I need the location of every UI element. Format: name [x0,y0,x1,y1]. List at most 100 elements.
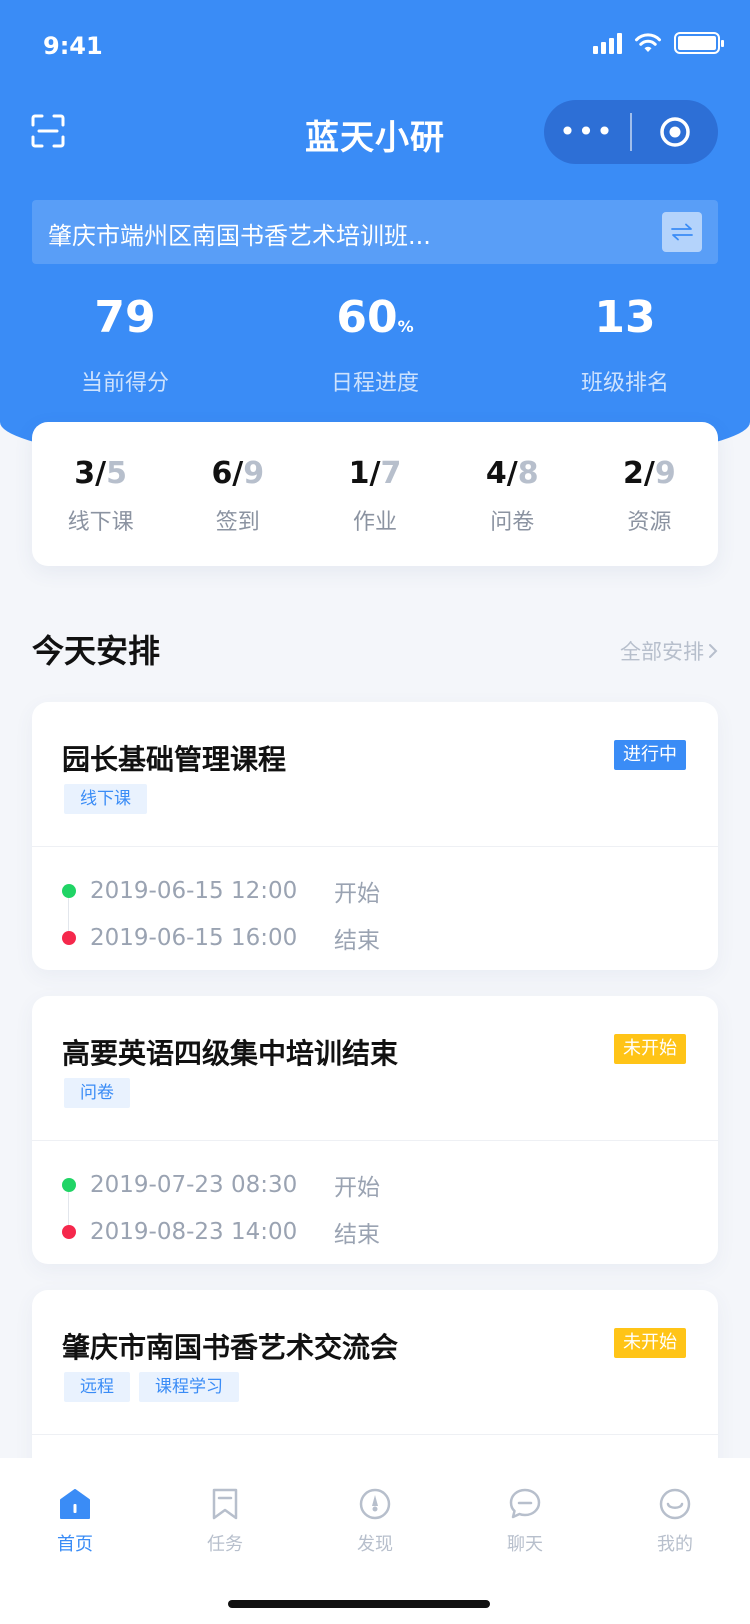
tag: 课程学习 [139,1372,239,1402]
bookmark-icon [212,1488,238,1520]
start-time: 2019-06-15 12:00 [90,878,298,904]
end-dot-icon [62,1225,76,1239]
tag: 远程 [64,1372,130,1402]
progress-total: 9 [243,456,265,491]
start-dot-icon [62,884,76,898]
progress-total: 9 [654,456,676,491]
progress-label: 签到 [215,510,260,535]
compass-icon [359,1488,391,1520]
status-icons [593,32,724,54]
end-dot-icon [62,931,76,945]
battery-icon [674,32,724,54]
schedule-title: 高要英语四级集中培训结束 [62,1037,399,1070]
end-time: 2019-06-15 16:00 [90,925,298,951]
schedule-card[interactable]: 园长基础管理课程 进行中 线下课 2019-06-15 12:00 开始 201… [32,702,718,970]
schedule-title: 园长基础管理课程 [62,743,287,776]
tag-list: 线下课 [64,784,147,814]
target-icon [660,117,690,147]
divider [32,1434,718,1435]
progress-done: 4/ [485,456,518,491]
end-time: 2019-08-23 14:00 [90,1219,298,1245]
tab-label: 首页 [57,1534,93,1555]
progress-label: 资源 [627,510,672,535]
stat-score: 79 当前得分 [0,290,250,397]
start-dot-icon [62,1178,76,1192]
tab-label: 任务 [207,1534,243,1555]
progress-done: 1/ [348,456,381,491]
schedule-card[interactable]: 高要英语四级集中培训结束 未开始 问卷 2019-07-23 08:30 开始 … [32,996,718,1264]
stat-label: 日程进度 [330,371,419,396]
organization-name: 肇庆市端州区南国书香艺术培训班... [48,222,431,250]
start-label: 开始 [334,881,380,907]
tag: 线下课 [64,784,147,814]
progress-total: 5 [106,456,127,491]
stats-row: 79 当前得分 60% 日程进度 13 班级排名 [0,290,750,397]
chat-icon [509,1488,541,1519]
progress-done: 6/ [211,456,244,491]
close-button[interactable] [632,115,718,149]
tab-label: 发现 [357,1534,393,1555]
progress-homework[interactable]: 1/7 作业 [306,422,443,566]
home-icon [60,1489,90,1519]
cellular-signal-icon [593,32,622,54]
section-title: 今天安排 [32,632,161,670]
task-progress-card: 3/5 线下课 6/9 签到 1/7 作业 4/8 问卷 2/9 资源 [32,422,718,566]
status-time: 9:41 [43,32,103,60]
status-badge: 未开始 [614,1328,686,1358]
stat-value: 13 [594,292,656,343]
stat-label: 当前得分 [80,371,169,396]
progress-label: 线下课 [67,510,134,535]
progress-checkin[interactable]: 6/9 签到 [169,422,306,566]
end-label: 结束 [334,928,380,954]
progress-resources[interactable]: 2/9 资源 [581,422,718,566]
divider [32,846,718,847]
smile-icon [659,1488,691,1520]
status-badge: 未开始 [614,1034,686,1064]
progress-offline-class[interactable]: 3/5 线下课 [32,422,169,566]
start-time-row: 2019-06-15 12:00 开始 [62,874,380,908]
tag: 问卷 [64,1078,130,1108]
stat-progress: 60% 日程进度 [250,290,500,397]
progress-label: 作业 [353,510,398,535]
progress-done: 2/ [623,456,655,491]
tab-tasks[interactable]: 任务 [150,1486,300,1556]
end-time-row: 2019-06-15 16:00 结束 [62,921,380,955]
swap-icon [671,223,693,241]
view-all-label: 全部安排 [620,640,704,664]
more-button[interactable]: ••• [544,100,630,164]
tag-list: 问卷 [64,1078,130,1108]
progress-label: 问卷 [490,510,535,535]
tab-discover[interactable]: 发现 [300,1486,450,1556]
tab-profile[interactable]: 我的 [600,1486,750,1556]
tab-label: 我的 [657,1534,693,1555]
start-label: 开始 [334,1175,380,1201]
end-time-row: 2019-08-23 14:00 结束 [62,1215,380,1249]
progress-total: 8 [517,456,539,491]
status-bar: 9:41 [0,0,750,90]
progress-done: 3/ [74,456,107,491]
start-time-row: 2019-07-23 08:30 开始 [62,1168,380,1202]
miniprogram-capsule: ••• [544,100,718,164]
stat-label: 班级排名 [580,371,669,396]
status-badge: 进行中 [614,740,686,770]
tab-label: 聊天 [507,1534,543,1555]
divider [32,1140,718,1141]
schedule-title: 肇庆市南国书香艺术交流会 [62,1331,399,1364]
progress-total: 7 [380,456,402,491]
start-time: 2019-07-23 08:30 [90,1172,298,1198]
tab-bar: 首页 任务 发现 聊天 我的 [0,1458,750,1624]
organization-selector[interactable]: 肇庆市端州区南国书香艺术培训班... [32,200,718,264]
view-all-link[interactable]: 全部安排 [620,636,718,666]
switch-button[interactable] [662,212,702,252]
home-indicator [228,1600,490,1608]
progress-survey[interactable]: 4/8 问卷 [444,422,581,566]
stat-unit: % [397,317,414,336]
tab-chat[interactable]: 聊天 [450,1486,600,1556]
wifi-icon [635,33,661,52]
stat-rank: 13 班级排名 [500,290,750,397]
end-label: 结束 [334,1222,380,1248]
navigation-bar: 蓝天小研 ••• [0,96,750,166]
chevron-right-icon [709,644,718,658]
stat-value: 60 [336,292,398,343]
tab-home[interactable]: 首页 [0,1486,150,1556]
